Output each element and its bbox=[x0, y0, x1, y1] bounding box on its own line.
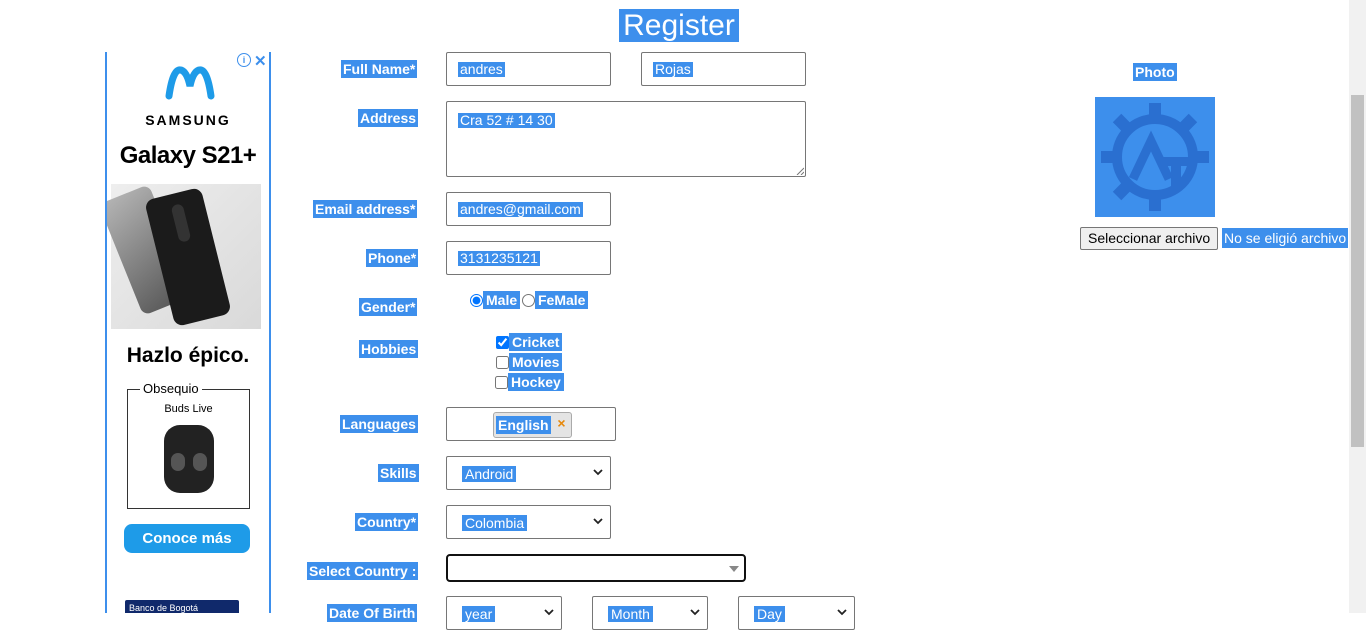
file-status: No se eligió archivo bbox=[1222, 228, 1349, 248]
hobby-hockey-label: Hockey bbox=[508, 373, 564, 391]
languages-multiselect[interactable]: English × bbox=[446, 407, 616, 441]
brand-logo bbox=[165, 66, 215, 100]
gift-item: Buds Live bbox=[164, 403, 213, 415]
dob-year-select[interactable]: year bbox=[446, 596, 562, 630]
dob-month-value: Month bbox=[608, 606, 653, 622]
phone-input[interactable]: 3131235121 bbox=[446, 241, 611, 275]
hobby-movies-checkbox[interactable] bbox=[496, 356, 509, 369]
hobby-cricket-checkbox[interactable] bbox=[496, 336, 509, 349]
dob-year-value: year bbox=[462, 606, 496, 622]
first-name-input[interactable]: andres bbox=[446, 52, 611, 86]
skills-value: Android bbox=[462, 466, 517, 482]
ad-maker: SAMSUNG bbox=[145, 112, 231, 128]
resize-handle-icon[interactable] bbox=[796, 167, 804, 175]
phone-image bbox=[107, 184, 261, 329]
page-title: Register bbox=[619, 9, 739, 42]
earbuds-image bbox=[164, 425, 214, 493]
email-input[interactable]: andres@gmail.com bbox=[446, 192, 611, 226]
info-icon[interactable]: i bbox=[237, 53, 251, 67]
hobby-cricket-label: Cricket bbox=[509, 333, 563, 351]
dob-month-select[interactable]: Month bbox=[592, 596, 708, 630]
last-name-input[interactable]: Rojas bbox=[641, 52, 806, 86]
scrollbar-thumb[interactable] bbox=[1351, 95, 1364, 447]
advertisement[interactable]: i ✕ SAMSUNG Galaxy S21+ Hazlo épico. Obs… bbox=[105, 52, 271, 613]
dob-label: Date Of Birth bbox=[327, 604, 418, 622]
select-country-combobox[interactable] bbox=[446, 554, 746, 582]
ad-slogan: Hazlo épico. bbox=[126, 344, 250, 367]
gender-male-label: Male bbox=[483, 291, 521, 309]
address-label: Address bbox=[358, 109, 419, 127]
skills-label: Skills bbox=[378, 464, 419, 482]
phone-value: 3131235121 bbox=[458, 250, 540, 266]
languages-label: Languages bbox=[340, 415, 418, 433]
country-value: Colombia bbox=[462, 515, 528, 531]
gender-female-radio[interactable] bbox=[522, 294, 535, 307]
bank-logo: Banco de Bogotá bbox=[125, 600, 239, 613]
chevron-down-icon bbox=[593, 469, 603, 476]
language-chip-label: English bbox=[496, 416, 551, 434]
hobby-movies-label: Movies bbox=[509, 353, 563, 371]
address-value: Cra 52 # 14 30 bbox=[458, 112, 555, 128]
chevron-down-icon bbox=[544, 609, 554, 616]
close-icon[interactable]: ✕ bbox=[254, 52, 267, 70]
gender-label: Gender* bbox=[359, 298, 418, 316]
phone-label: Phone* bbox=[366, 249, 419, 267]
ad-model: Galaxy S21+ bbox=[119, 142, 257, 169]
chevron-down-icon bbox=[837, 609, 847, 616]
caret-down-icon bbox=[729, 566, 739, 572]
skills-select[interactable]: Android bbox=[446, 456, 611, 490]
gender-female-label: FeMale bbox=[535, 291, 589, 309]
gift-label: Obsequio bbox=[140, 381, 202, 396]
chip-remove-icon[interactable]: × bbox=[557, 414, 565, 432]
language-chip: English × bbox=[493, 412, 572, 438]
chevron-down-icon bbox=[593, 518, 603, 525]
dob-day-value: Day bbox=[754, 606, 785, 622]
select-country-label: Select Country : bbox=[307, 562, 419, 580]
address-textarea[interactable]: Cra 52 # 14 30 bbox=[446, 101, 806, 177]
photo-label: Photo bbox=[1133, 63, 1177, 81]
file-choose-button[interactable]: Seleccionar archivo bbox=[1080, 227, 1219, 250]
email-value: andres@gmail.com bbox=[458, 201, 583, 217]
dob-day-select[interactable]: Day bbox=[738, 596, 855, 630]
country-label: Country* bbox=[355, 513, 419, 531]
gear-logo-icon bbox=[1095, 97, 1215, 217]
full-name-label: Full Name* bbox=[341, 60, 418, 78]
country-select[interactable]: Colombia bbox=[446, 505, 611, 539]
gift-box: Obsequio Buds Live bbox=[127, 381, 250, 509]
gender-male-radio[interactable] bbox=[470, 294, 483, 307]
first-name-value: andres bbox=[458, 61, 505, 77]
email-label: Email address* bbox=[313, 200, 418, 218]
last-name-value: Rojas bbox=[653, 61, 693, 77]
hobby-hockey-checkbox[interactable] bbox=[495, 376, 508, 389]
hobbies-label: Hobbies bbox=[359, 340, 419, 358]
chevron-down-icon bbox=[690, 609, 700, 616]
cta-button[interactable]: Conoce más bbox=[124, 524, 250, 553]
